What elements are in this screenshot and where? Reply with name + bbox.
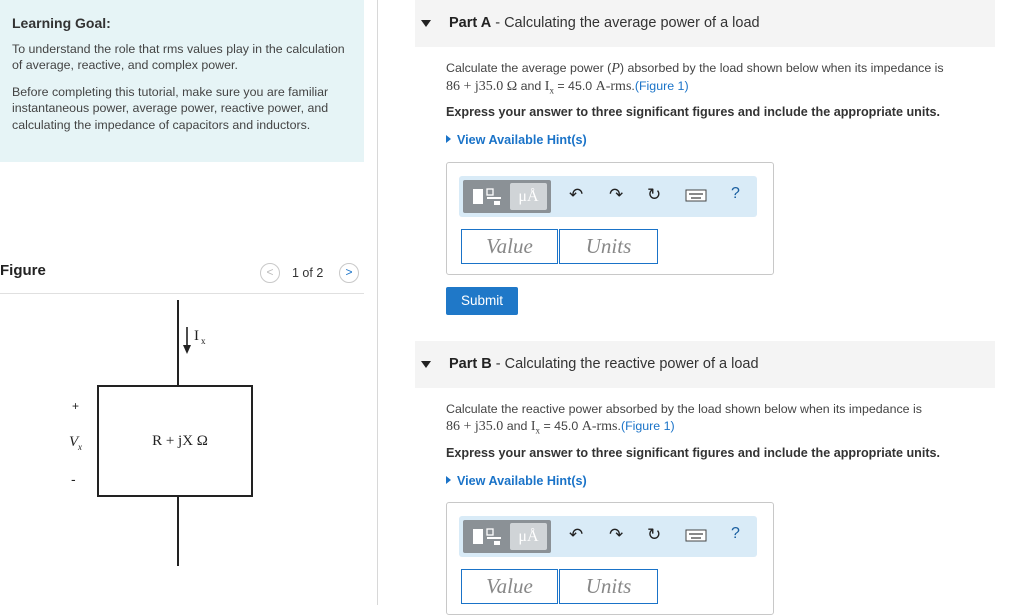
part-b-instruction: Express your answer to three significant… bbox=[446, 446, 941, 460]
value-input[interactable]: Value bbox=[461, 229, 558, 264]
part-b-letter: Part B bbox=[449, 356, 492, 372]
templates-button[interactable] bbox=[467, 183, 507, 210]
help-button[interactable]: ? bbox=[731, 185, 740, 203]
plus-sign: + bbox=[72, 399, 79, 413]
math-toolbar: μÅ ↶ ↷ ↻ ? bbox=[459, 176, 757, 217]
caret-right-icon bbox=[446, 135, 451, 143]
undo-icon[interactable]: ↶ bbox=[569, 525, 583, 545]
template-button-group: μÅ bbox=[463, 180, 551, 213]
undo-icon[interactable]: ↶ bbox=[569, 185, 583, 205]
previous-figure-button[interactable]: < bbox=[260, 263, 280, 283]
part-b-header[interactable]: Part B - Calculating the reactive power … bbox=[415, 341, 995, 388]
figure-heading: Figure bbox=[0, 262, 46, 279]
collapse-triangle-icon[interactable] bbox=[421, 20, 431, 27]
part-b-answer-panel: μÅ ↶ ↷ ↻ ? Value Units bbox=[446, 502, 774, 615]
figure-page-counter: 1 of 2 bbox=[292, 266, 324, 280]
part-b-question: Calculate the reactive power absorbed by… bbox=[446, 402, 922, 435]
caret-right-icon bbox=[446, 476, 451, 484]
reset-icon[interactable]: ↻ bbox=[647, 185, 661, 205]
current-label: I bbox=[194, 328, 199, 344]
part-a-title: Calculating the average power of a load bbox=[504, 15, 760, 31]
figure-divider bbox=[0, 293, 364, 294]
learning-goal-title: Learning Goal: bbox=[12, 15, 111, 31]
part-a-instruction: Express your answer to three significant… bbox=[446, 105, 941, 119]
minus-sign: - bbox=[71, 471, 76, 487]
next-figure-button[interactable]: > bbox=[339, 263, 359, 283]
current-label-subscript: x bbox=[201, 336, 206, 346]
voltage-label-subscript: x bbox=[77, 442, 82, 452]
units-input[interactable]: Units bbox=[559, 569, 658, 604]
template-button-group: μÅ bbox=[463, 520, 551, 553]
collapse-triangle-icon[interactable] bbox=[421, 361, 431, 368]
keyboard-icon[interactable] bbox=[685, 187, 707, 207]
impedance-label: R + jX Ω bbox=[152, 433, 208, 449]
current-arrow-head bbox=[183, 345, 191, 354]
part-b-hint-link[interactable]: View Available Hint(s) bbox=[446, 474, 587, 488]
prerequisites-text: Before completing this tutorial, make su… bbox=[12, 85, 329, 132]
figure-1-link[interactable]: (Figure 1) bbox=[635, 79, 689, 93]
part-b-title: Calculating the reactive power of a load bbox=[504, 356, 759, 372]
redo-icon[interactable]: ↷ bbox=[609, 525, 623, 545]
panel-divider bbox=[377, 0, 378, 605]
part-a-header[interactable]: Part A - Calculating the average power o… bbox=[415, 0, 995, 47]
figure-1-link[interactable]: (Figure 1) bbox=[621, 419, 675, 433]
learning-goal-text: To understand the role that rms values p… bbox=[12, 42, 345, 73]
templates-button[interactable] bbox=[467, 523, 507, 550]
redo-icon[interactable]: ↷ bbox=[609, 185, 623, 205]
units-input[interactable]: Units bbox=[559, 229, 658, 264]
part-a-question: Calculate the average power (P) absorbed… bbox=[446, 61, 944, 95]
keyboard-icon[interactable] bbox=[685, 527, 707, 547]
part-a-letter: Part A bbox=[449, 15, 492, 31]
submit-button[interactable]: Submit bbox=[446, 287, 518, 315]
part-a-answer-panel: μÅ ↶ ↷ ↻ ? Value Units bbox=[446, 162, 774, 275]
circuit-figure: I x + V x - R + jX Ω bbox=[69, 300, 253, 566]
reset-icon[interactable]: ↻ bbox=[647, 525, 661, 545]
help-button[interactable]: ? bbox=[731, 525, 740, 543]
part-a-hint-link[interactable]: View Available Hint(s) bbox=[446, 133, 587, 147]
units-symbol-button[interactable]: μÅ bbox=[510, 523, 547, 550]
math-toolbar: μÅ ↶ ↷ ↻ ? bbox=[459, 516, 757, 557]
value-input[interactable]: Value bbox=[461, 569, 558, 604]
units-symbol-button[interactable]: μÅ bbox=[510, 183, 547, 210]
